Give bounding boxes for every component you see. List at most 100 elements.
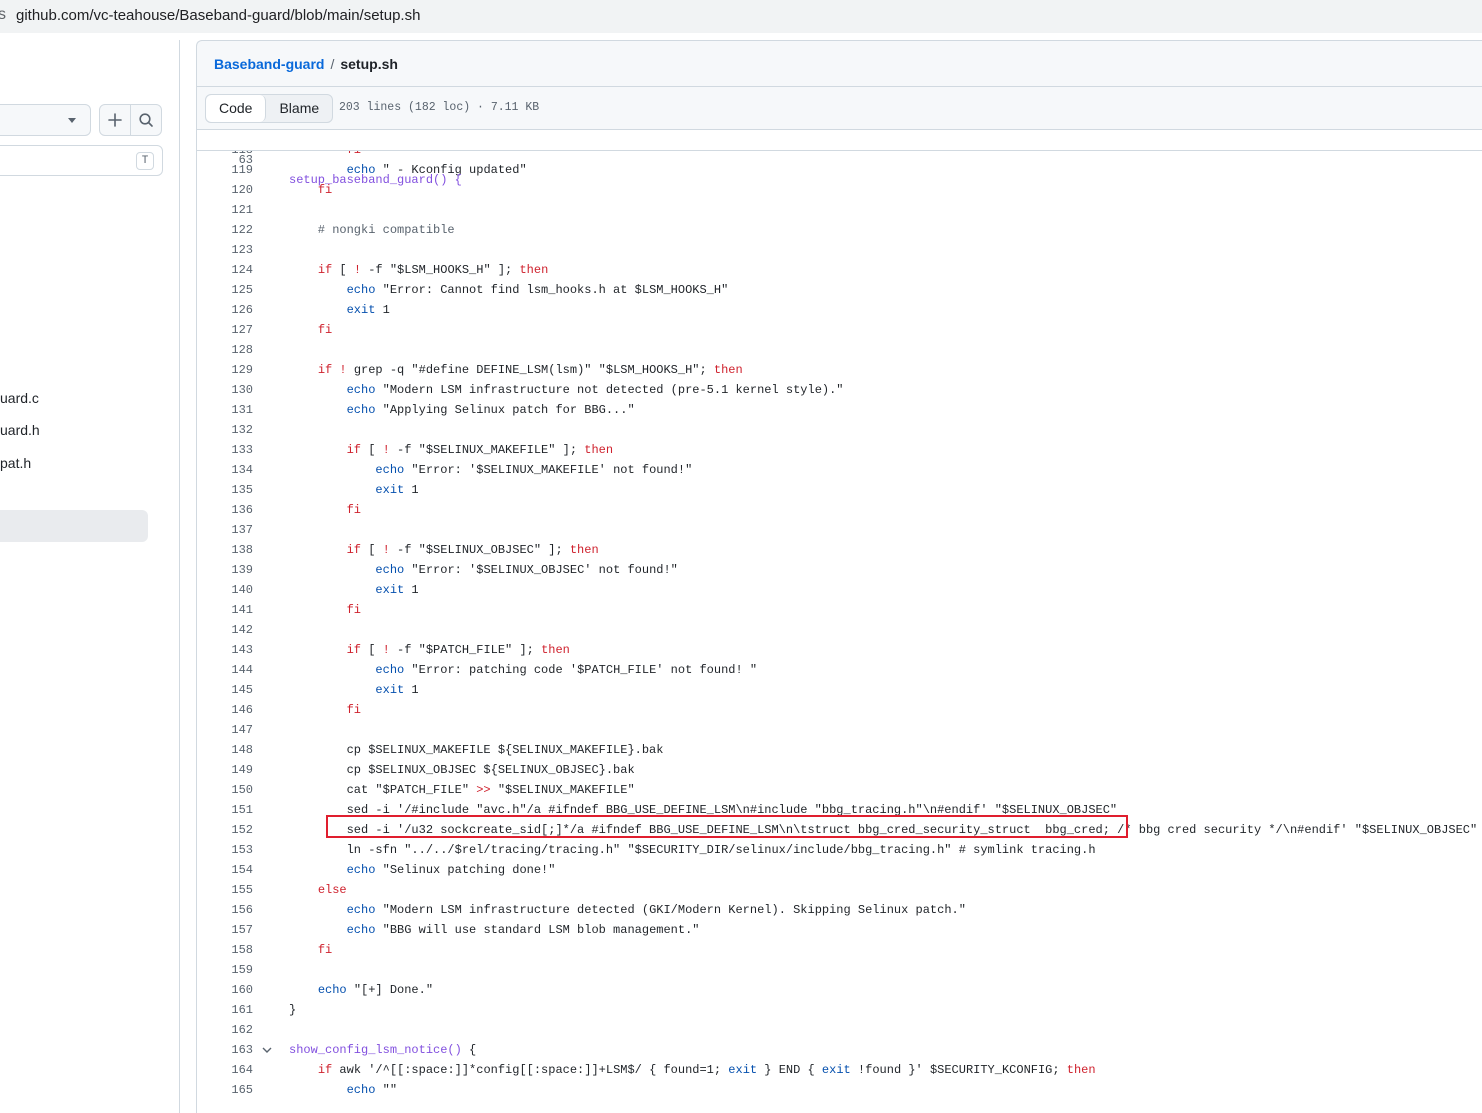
- code-line[interactable]: 134 echo "Error: '$SELINUX_MAKEFILE' not…: [197, 460, 1482, 480]
- branch-select[interactable]: [0, 104, 91, 136]
- code-line[interactable]: 144 echo "Error: patching code '$PATCH_F…: [197, 660, 1482, 680]
- code-line[interactable]: 149 cp $SELINUX_OBJSEC ${SELINUX_OBJSEC}…: [197, 760, 1482, 780]
- code-line[interactable]: 163 show_config_lsm_notice() {: [197, 1040, 1482, 1060]
- code-line[interactable]: 121: [197, 200, 1482, 220]
- search-button[interactable]: [130, 104, 162, 136]
- code-line[interactable]: 159: [197, 960, 1482, 980]
- code-line[interactable]: 132: [197, 420, 1482, 440]
- line-number[interactable]: 139: [197, 560, 253, 580]
- line-number[interactable]: 161: [197, 1000, 253, 1020]
- code-line[interactable]: 123: [197, 240, 1482, 260]
- code-line[interactable]: 135 exit 1: [197, 480, 1482, 500]
- line-number[interactable]: 143: [197, 640, 253, 660]
- line-number[interactable]: 135: [197, 480, 253, 500]
- code-line[interactable]: 142: [197, 620, 1482, 640]
- code-viewer[interactable]: 63 setup_baseband_guard() { 117 printf "…: [196, 130, 1482, 1113]
- tree-item-file[interactable]: uard.c: [0, 390, 39, 406]
- tree-item-selected[interactable]: [0, 510, 148, 542]
- line-number[interactable]: 162: [197, 1020, 253, 1040]
- code-line[interactable]: 126 exit 1: [197, 300, 1482, 320]
- line-number[interactable]: 138: [197, 540, 253, 560]
- line-number[interactable]: 136: [197, 500, 253, 520]
- line-number[interactable]: 141: [197, 600, 253, 620]
- line-number[interactable]: 158: [197, 940, 253, 960]
- line-number[interactable]: 131: [197, 400, 253, 420]
- line-number[interactable]: 164: [197, 1060, 253, 1080]
- code-line[interactable]: 161}: [197, 1000, 1482, 1020]
- code-line[interactable]: 128: [197, 340, 1482, 360]
- line-number[interactable]: 128: [197, 340, 253, 360]
- code-line[interactable]: 155 else: [197, 880, 1482, 900]
- code-line[interactable]: 145 exit 1: [197, 680, 1482, 700]
- tab-blame[interactable]: Blame: [266, 95, 332, 122]
- code-line[interactable]: 165 echo "": [197, 1080, 1482, 1100]
- line-number[interactable]: 165: [197, 1080, 253, 1100]
- line-number[interactable]: 152: [197, 820, 253, 840]
- tree-item-file[interactable]: pat.h: [0, 455, 31, 471]
- code-line[interactable]: 157 echo "BBG will use standard LSM blob…: [197, 920, 1482, 940]
- code-line[interactable]: 146 fi: [197, 700, 1482, 720]
- code-line[interactable]: 129 if ! grep -q "#define DEFINE_LSM(lsm…: [197, 360, 1482, 380]
- line-number[interactable]: 126: [197, 300, 253, 320]
- line-number[interactable]: 149: [197, 760, 253, 780]
- code-line[interactable]: 140 exit 1: [197, 580, 1482, 600]
- line-number[interactable]: 142: [197, 620, 253, 640]
- line-number[interactable]: 130: [197, 380, 253, 400]
- line-number[interactable]: 163: [197, 1040, 253, 1060]
- tree-item-file[interactable]: uard.h: [0, 422, 40, 438]
- code-line[interactable]: 148 cp $SELINUX_MAKEFILE ${SELINUX_MAKEF…: [197, 740, 1482, 760]
- line-number[interactable]: 146: [197, 700, 253, 720]
- tab-code[interactable]: Code: [206, 95, 267, 122]
- code-line[interactable]: 125 echo "Error: Cannot find lsm_hooks.h…: [197, 280, 1482, 300]
- line-number[interactable]: 140: [197, 580, 253, 600]
- code-line[interactable]: 133 if [ ! -f "$SELINUX_MAKEFILE" ]; the…: [197, 440, 1482, 460]
- code-line[interactable]: 138 if [ ! -f "$SELINUX_OBJSEC" ]; then: [197, 540, 1482, 560]
- line-number[interactable]: 127: [197, 320, 253, 340]
- go-to-file-input[interactable]: T: [0, 145, 163, 176]
- code-line[interactable]: 153 ln -sfn "../../$rel/tracing/tracing.…: [197, 840, 1482, 860]
- line-number[interactable]: 133: [197, 440, 253, 460]
- line-number[interactable]: 148: [197, 740, 253, 760]
- code-line[interactable]: 164 if awk '/^[[:space:]]*config[[:space…: [197, 1060, 1482, 1080]
- code-line[interactable]: 143 if [ ! -f "$PATCH_FILE" ]; then: [197, 640, 1482, 660]
- line-number[interactable]: 151: [197, 800, 253, 820]
- code-line[interactable]: 127 fi: [197, 320, 1482, 340]
- line-number[interactable]: 132: [197, 420, 253, 440]
- code-line[interactable]: 124 if [ ! -f "$LSM_HOOKS_H" ]; then: [197, 260, 1482, 280]
- browser-address-bar[interactable]: s github.com/vc-teahouse/Baseband-guard/…: [0, 0, 1482, 33]
- line-number[interactable]: 147: [197, 720, 253, 740]
- code-line[interactable]: 130 echo "Modern LSM infrastructure not …: [197, 380, 1482, 400]
- line-number[interactable]: 155: [197, 880, 253, 900]
- line-number[interactable]: 144: [197, 660, 253, 680]
- line-number[interactable]: 129: [197, 360, 253, 380]
- add-file-button[interactable]: [99, 104, 131, 136]
- line-number[interactable]: 160: [197, 980, 253, 1000]
- line-number[interactable]: 124: [197, 260, 253, 280]
- line-number[interactable]: 154: [197, 860, 253, 880]
- line-number[interactable]: 63: [197, 150, 253, 170]
- line-number[interactable]: 122: [197, 220, 253, 240]
- code-line[interactable]: 154 echo "Selinux patching done!": [197, 860, 1482, 880]
- code-line[interactable]: 150 cat "$PATCH_FILE" >> "$SELINUX_MAKEF…: [197, 780, 1482, 800]
- code-line[interactable]: 158 fi: [197, 940, 1482, 960]
- sticky-scope-line[interactable]: 63 setup_baseband_guard() {: [197, 130, 1482, 187]
- breadcrumb-repo-link[interactable]: Baseband-guard: [214, 56, 324, 72]
- url-text[interactable]: github.com/vc-teahouse/Baseband-guard/bl…: [16, 7, 420, 24]
- code-line[interactable]: 162: [197, 1020, 1482, 1040]
- line-number[interactable]: 125: [197, 280, 253, 300]
- line-number[interactable]: 157: [197, 920, 253, 940]
- code-line[interactable]: 147: [197, 720, 1482, 740]
- code-line[interactable]: 136 fi: [197, 500, 1482, 520]
- code-line[interactable]: 137: [197, 520, 1482, 540]
- code-line[interactable]: 131 echo "Applying Selinux patch for BBG…: [197, 400, 1482, 420]
- line-number[interactable]: 145: [197, 680, 253, 700]
- line-number[interactable]: 156: [197, 900, 253, 920]
- code-line[interactable]: 141 fi: [197, 600, 1482, 620]
- line-number[interactable]: 150: [197, 780, 253, 800]
- code-line[interactable]: 139 echo "Error: '$SELINUX_OBJSEC' not f…: [197, 560, 1482, 580]
- line-number[interactable]: 159: [197, 960, 253, 980]
- line-number[interactable]: 134: [197, 460, 253, 480]
- code-line[interactable]: 122 # nongki compatible: [197, 220, 1482, 240]
- line-number[interactable]: 123: [197, 240, 253, 260]
- line-number[interactable]: 153: [197, 840, 253, 860]
